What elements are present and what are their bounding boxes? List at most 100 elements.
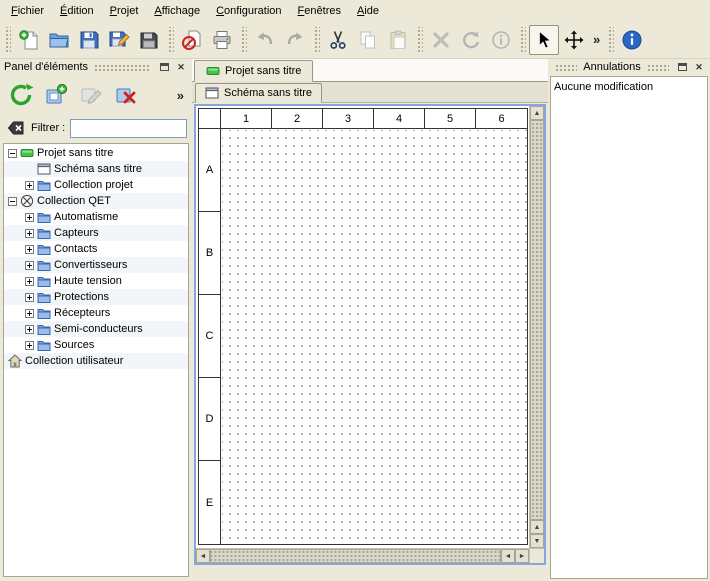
tree-item-haute-tension[interactable]: Haute tension [4, 273, 188, 289]
schema-canvas[interactable] [222, 130, 527, 544]
tree-item-sources[interactable]: Sources [4, 337, 188, 353]
menu-fichier[interactable]: Fichier [3, 2, 52, 20]
collapse-expander-icon[interactable] [8, 197, 17, 206]
redo-icon [284, 29, 306, 51]
row-ruler: A B C D E [199, 129, 221, 544]
tree-item-label: Haute tension [54, 275, 122, 287]
select-tool-button[interactable] [529, 25, 559, 55]
save-all-button[interactable] [134, 25, 164, 55]
tree-item-collection-qet[interactable]: Collection QET [4, 193, 188, 209]
toolbar-handle[interactable] [313, 27, 320, 53]
close-document-button[interactable] [177, 25, 207, 55]
folder-icon [37, 290, 51, 304]
tree-item-collection-projet[interactable]: Collection projet [4, 177, 188, 193]
scroll-left-button[interactable]: ◄ [501, 549, 515, 563]
expand-expander-icon[interactable] [25, 293, 34, 302]
toolbar-overflow-button[interactable]: » [589, 32, 604, 47]
qet-collection-icon [20, 194, 34, 208]
close-panel-button[interactable]: ✕ [692, 61, 706, 74]
toolbar-handle[interactable] [519, 27, 526, 53]
scroll-up-button[interactable]: ▲ [530, 106, 544, 120]
tab-schema-sans-titre[interactable]: Schéma sans titre [195, 83, 322, 103]
float-panel-button[interactable] [675, 61, 689, 74]
expand-expander-icon[interactable] [25, 245, 34, 254]
dock-grip-handle[interactable] [555, 64, 577, 71]
tree-item-collection-utilisateur[interactable]: Collection utilisateur [4, 353, 188, 369]
expand-expander-icon[interactable] [25, 309, 34, 318]
print-button[interactable] [207, 25, 237, 55]
new-element-button[interactable] [41, 80, 71, 110]
dock-grip-handle[interactable] [94, 64, 151, 71]
arrow-up-icon: ▲ [534, 110, 541, 117]
about-button[interactable] [617, 25, 647, 55]
select-cursor-icon [533, 29, 555, 51]
save-button[interactable] [74, 25, 104, 55]
tree-item-semi-conducteurs[interactable]: Semi-conducteurs [4, 321, 188, 337]
expand-expander-icon[interactable] [25, 213, 34, 222]
scroll-left-button[interactable]: ◄ [196, 549, 210, 563]
menu-edition[interactable]: Édition [52, 2, 102, 20]
info-button[interactable] [486, 25, 516, 55]
toolbar-handle[interactable] [607, 27, 614, 53]
tree-item-automatisme[interactable]: Automatisme [4, 209, 188, 225]
expand-expander-icon[interactable] [25, 325, 34, 334]
reload-collections-button[interactable] [6, 80, 36, 110]
tree-item-label: Projet sans titre [37, 147, 113, 159]
cut-button[interactable] [323, 25, 353, 55]
float-panel-button[interactable] [157, 61, 171, 74]
toolbar-handle[interactable] [167, 27, 174, 53]
panel-toolbar-overflow-button[interactable]: » [177, 88, 186, 103]
undo-empty-message[interactable]: Aucune modification [554, 79, 704, 94]
folder-icon [37, 274, 51, 288]
delete-button[interactable] [426, 25, 456, 55]
expand-expander-icon[interactable] [25, 181, 34, 190]
expand-expander-icon[interactable] [25, 341, 34, 350]
collapse-expander-icon[interactable] [8, 149, 17, 158]
menu-affichage[interactable]: Affichage [146, 2, 208, 20]
clear-filter-button[interactable] [5, 118, 26, 139]
toolbar-handle[interactable] [416, 27, 423, 53]
expand-expander-icon[interactable] [25, 229, 34, 238]
open-document-button[interactable] [44, 25, 74, 55]
menu-projet[interactable]: Projet [102, 2, 147, 20]
folder-icon [37, 258, 51, 272]
vertical-scrollbar-thumb[interactable] [530, 120, 544, 520]
scroll-up-button[interactable]: ▲ [530, 520, 544, 534]
ruler-row-label: C [199, 295, 220, 378]
scroll-down-button[interactable]: ▼ [530, 534, 544, 548]
project-window: Schéma sans titre 1 2 3 4 5 6 A [192, 82, 548, 581]
rotate-button[interactable] [456, 25, 486, 55]
expand-expander-icon[interactable] [25, 277, 34, 286]
save-as-button[interactable] [104, 25, 134, 55]
tree-item-schema[interactable]: Schéma sans titre [4, 161, 188, 177]
edit-element-button[interactable] [76, 80, 106, 110]
tree-item-convertisseurs[interactable]: Convertisseurs [4, 257, 188, 273]
open-folder-icon [48, 29, 70, 51]
new-document-button[interactable] [14, 25, 44, 55]
tree-item-project[interactable]: Projet sans titre [4, 145, 188, 161]
horizontal-scrollbar-thumb[interactable] [210, 549, 501, 563]
copy-button[interactable] [353, 25, 383, 55]
menu-configuration[interactable]: Configuration [208, 2, 289, 20]
expand-expander-icon[interactable] [25, 261, 34, 270]
tab-projet-sans-titre[interactable]: Projet sans titre [194, 60, 313, 82]
menu-aide[interactable]: Aide [349, 2, 387, 20]
tree-item-recepteurs[interactable]: Récepteurs [4, 305, 188, 321]
filter-input[interactable] [70, 119, 187, 138]
toolbar-handle[interactable] [4, 27, 11, 53]
close-panel-button[interactable]: ✕ [174, 61, 188, 74]
dock-grip-handle[interactable] [647, 64, 669, 71]
paste-button[interactable] [383, 25, 413, 55]
toolbar-handle[interactable] [240, 27, 247, 53]
folder-icon [37, 338, 51, 352]
scroll-right-button[interactable]: ► [515, 549, 529, 563]
tree-item-capteurs[interactable]: Capteurs [4, 225, 188, 241]
tree-item-contacts[interactable]: Contacts [4, 241, 188, 257]
tree-item-protections[interactable]: Protections [4, 289, 188, 305]
elements-panel-titlebar: Panel d'éléments ✕ [0, 59, 192, 75]
redo-button[interactable] [280, 25, 310, 55]
menu-fenetres[interactable]: Fenêtres [290, 2, 349, 20]
move-tool-button[interactable] [559, 25, 589, 55]
delete-element-button[interactable] [111, 80, 141, 110]
undo-button[interactable] [250, 25, 280, 55]
